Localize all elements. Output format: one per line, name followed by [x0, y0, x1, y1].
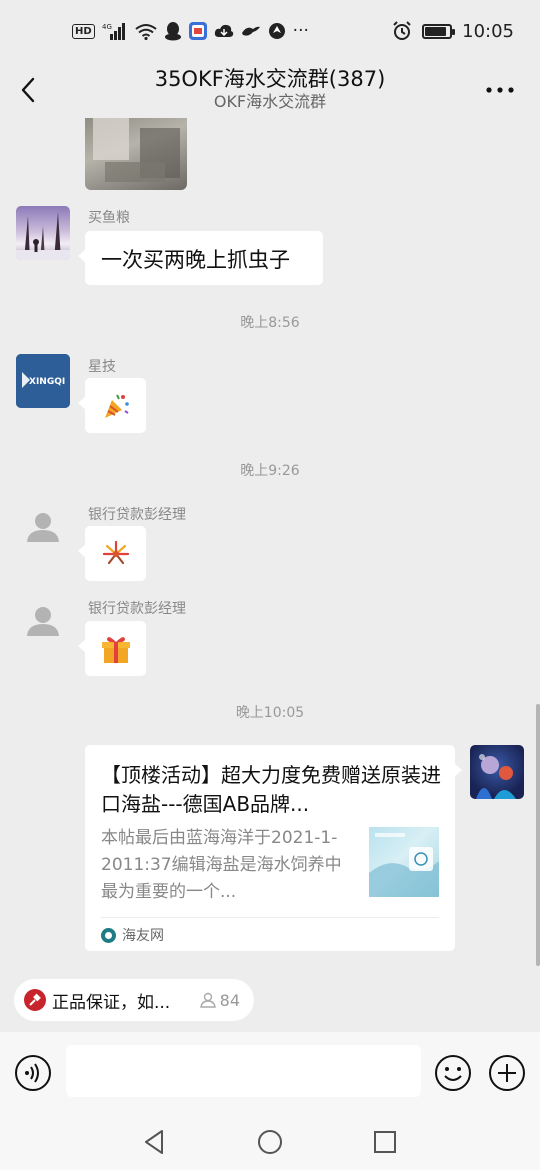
notice-count-value: 84 [219, 990, 240, 1010]
status-icons-right: 10:05 [392, 21, 514, 42]
more-button[interactable] [482, 76, 518, 104]
hammer-icon [24, 989, 46, 1011]
wifi-icon [135, 23, 157, 40]
circle-home-icon [258, 1130, 282, 1154]
message-input-bar [0, 1032, 540, 1116]
link-card-description: 本帖最后由蓝海海洋于2021-1-2011:37编辑海盐是海水饲养中最为重要的一… [101, 828, 342, 902]
battery-level [425, 26, 446, 36]
firework-icon [102, 540, 129, 564]
avatar[interactable]: XINGQI [16, 354, 70, 408]
xingqi-logo-text: XINGQI [29, 377, 65, 387]
cloud-icon [214, 23, 234, 39]
more-dots-icon [486, 87, 514, 93]
square-recents-icon [374, 1131, 396, 1153]
group-notice-pill[interactable]: 正品保证，如... 84 [14, 979, 254, 1021]
qq-icon [164, 21, 182, 41]
link-card-title: 【顶楼活动】超大力度免费赠送原装进口海盐---德国AB品牌... [101, 763, 441, 816]
more-notifications-icon: ··· [292, 21, 309, 41]
triangle-back-icon [145, 1130, 163, 1154]
nav-recents-button[interactable] [370, 1127, 400, 1157]
emoji-message-bubble[interactable] [78, 378, 146, 433]
link-card-source-name: 海友网 [122, 928, 164, 944]
notice-viewer-count: 84 [199, 991, 240, 1010]
plus-icon [489, 1055, 525, 1091]
party-popper-icon [104, 394, 129, 418]
emoji-message-bubble[interactable] [78, 526, 146, 581]
salt-package-icon [369, 833, 439, 897]
link-card-message[interactable]: 【顶楼活动】超大力度免费赠送原装进口海盐---德国AB品牌... 本帖最后由蓝海… [85, 745, 462, 951]
avatar[interactable] [16, 596, 70, 650]
sender-name: 银行贷款彭经理 [88, 507, 186, 523]
link-card-divider [101, 917, 439, 918]
hd-icon: HD [72, 23, 95, 39]
bird-icon [241, 23, 261, 39]
sender-name: 买鱼粮 [88, 210, 130, 226]
nav-home-button[interactable] [255, 1127, 285, 1157]
message-timestamp: 晚上10:05 [235, 705, 305, 721]
status-bar: HD 4G ··· 10:05 [0, 0, 540, 62]
emoji-message-bubble[interactable] [78, 621, 146, 676]
message-timestamp: 晚上9:26 [240, 463, 300, 479]
system-nav-bar [0, 1116, 540, 1170]
signal-icon: 4G [102, 22, 128, 40]
sender-name: 银行贷款彭经理 [88, 601, 186, 617]
link-card-source: 海友网 [101, 925, 164, 945]
location-icon [268, 22, 286, 40]
default-person-icon [27, 513, 59, 542]
status-time: 10:05 [462, 20, 514, 42]
chat-title-block: 35OKF海水交流群(387) OKF海水交流群 [155, 67, 386, 113]
text-message-bubble[interactable]: 一次买两晚上抓虫子 [78, 231, 323, 285]
photo-thumbnail-icon [93, 118, 180, 182]
aquarium-avatar-icon [476, 754, 516, 799]
link-card-thumbnail [369, 827, 439, 897]
chat-header: 35OKF海水交流群(387) OKF海水交流群 [0, 62, 540, 118]
default-person-icon [27, 607, 59, 636]
message-text: 一次买两晚上抓虫子 [101, 248, 290, 272]
battery-icon [422, 23, 456, 39]
my-avatar[interactable] [470, 745, 524, 799]
chat-subtitle: OKF海水交流群 [213, 92, 327, 111]
svg-text:4G: 4G [102, 23, 112, 31]
image-message[interactable] [85, 118, 187, 190]
group-notice-text: 正品保证，如... [52, 992, 171, 1013]
smiley-icon [435, 1055, 471, 1091]
sender-name: 星技 [88, 359, 116, 375]
message-timestamp: 晚上8:56 [240, 315, 300, 331]
gift-box-icon [101, 636, 130, 663]
chevron-left-icon [21, 77, 35, 103]
back-button[interactable] [14, 72, 42, 108]
message-list[interactable]: 买鱼粮 一次买两晚上抓虫子 晚上8:56 XINGQI 星技 晚上9:26 银行… [0, 118, 540, 968]
app-notification-icon [188, 22, 207, 40]
message-input[interactable] [66, 1045, 421, 1097]
status-icons-left: HD 4G ··· [72, 21, 309, 41]
voice-button[interactable] [14, 1054, 52, 1092]
scrollbar[interactable] [536, 704, 540, 966]
voice-icon [15, 1055, 51, 1091]
alarm-icon [392, 21, 412, 41]
avatar[interactable] [16, 206, 70, 260]
winter-forest-avatar-icon [16, 212, 70, 260]
nav-back-button[interactable] [140, 1127, 170, 1157]
more-functions-button[interactable] [488, 1054, 526, 1092]
avatar[interactable] [16, 502, 70, 556]
chat-title: 35OKF海水交流群(387) [154, 67, 386, 91]
site-logo-icon [101, 927, 116, 943]
xingqi-logo-icon: XINGQI [16, 354, 70, 408]
person-outline-icon [199, 992, 216, 1008]
group-notice-bar: 正品保证，如... 84 [0, 968, 540, 1032]
emoji-button[interactable] [434, 1054, 472, 1092]
